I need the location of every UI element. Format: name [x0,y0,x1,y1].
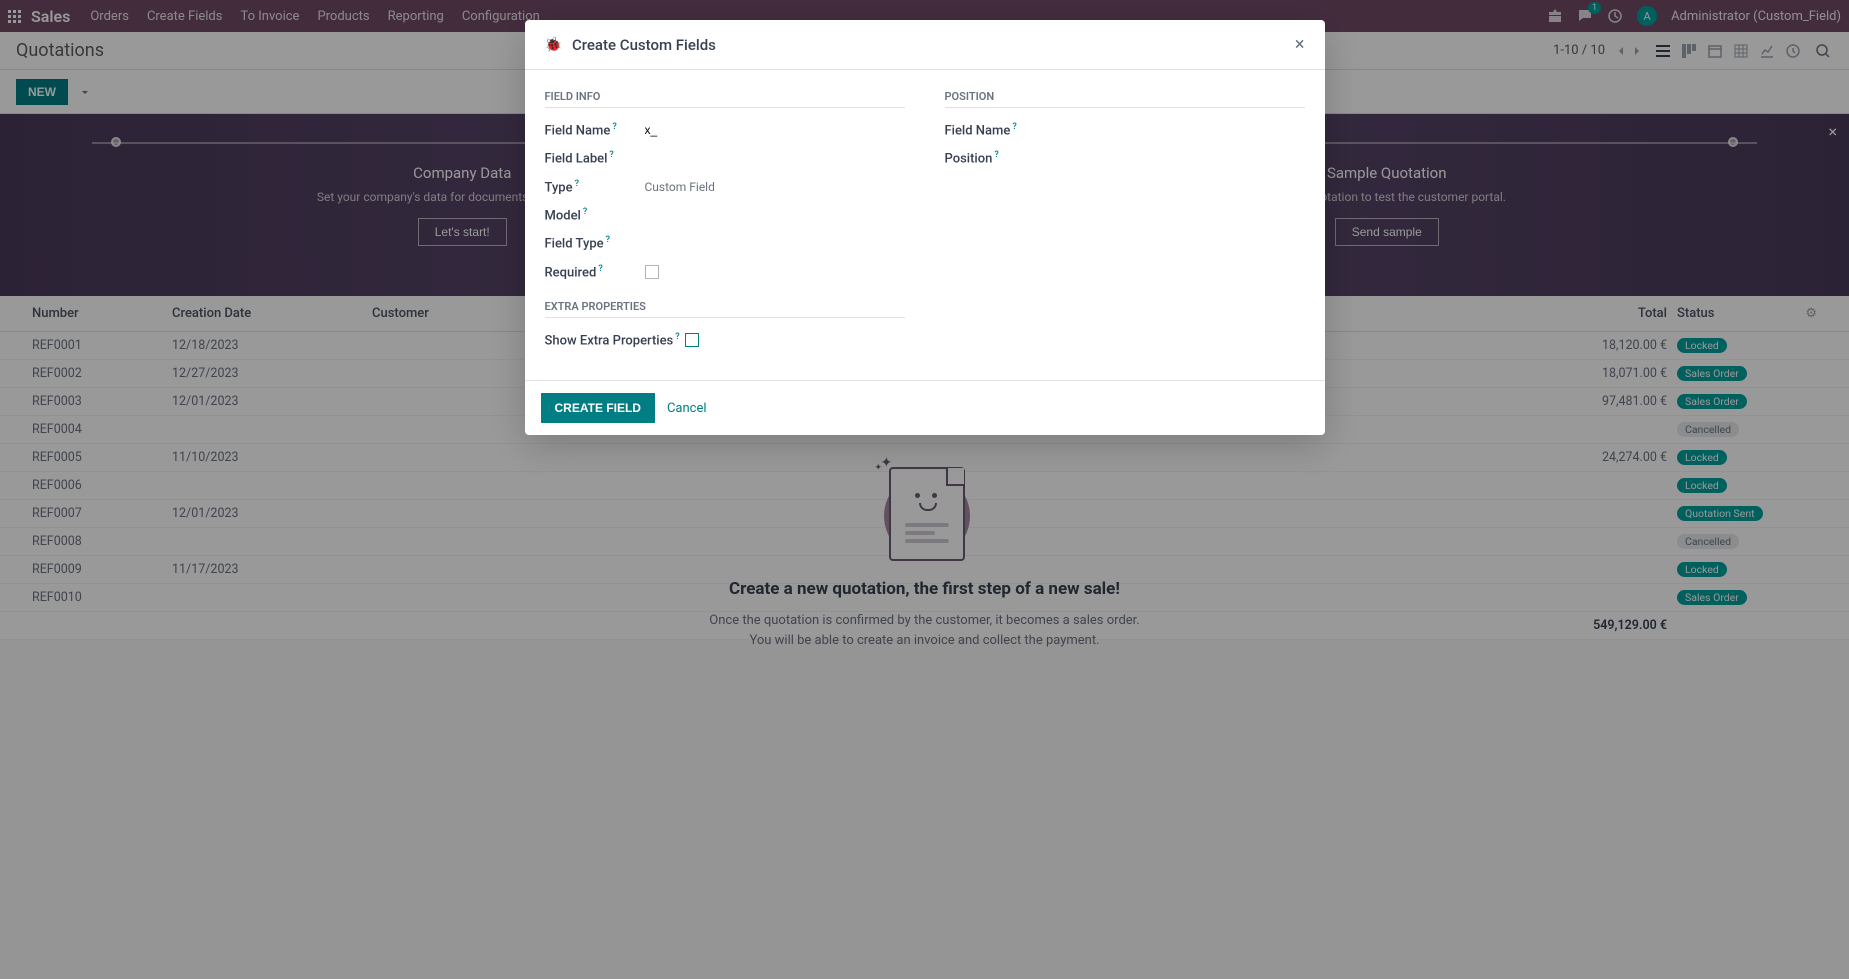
input-pos-field-name[interactable] [1045,123,1305,138]
label-field-label: Field Label [545,152,608,167]
input-field-name[interactable] [645,123,905,138]
help-icon[interactable]: ? [612,122,616,132]
label-pos-field-name: Field Name [945,123,1011,138]
help-icon[interactable]: ? [598,264,602,274]
section-field-info: FIELD INFO [545,90,905,108]
cancel-link[interactable]: Cancel [667,401,707,416]
label-required: Required [545,265,597,280]
help-icon[interactable]: ? [675,332,679,342]
checkbox-show-extra[interactable] [685,333,699,347]
section-position: POSITION [945,90,1305,108]
create-field-button[interactable]: CREATE FIELD [541,393,655,423]
label-position: Position [945,152,993,167]
input-field-type[interactable] [645,236,905,251]
modal-title: Create Custom Fields [572,36,716,54]
modal-close-icon[interactable]: × [1295,34,1305,55]
help-icon[interactable]: ? [1012,122,1016,132]
label-field-type: Field Type [545,237,604,252]
help-icon[interactable]: ? [583,207,587,217]
help-icon[interactable]: ? [575,179,579,189]
bug-icon: 🐞 [545,37,562,53]
label-type: Type [545,180,573,195]
section-extra: EXTRA PROPERTIES [545,300,905,318]
help-icon[interactable]: ? [606,235,610,245]
help-icon[interactable]: ? [609,150,613,160]
label-field-name: Field Name [545,123,611,138]
help-icon[interactable]: ? [994,150,998,160]
input-field-label[interactable] [645,151,905,166]
create-custom-fields-modal: 🐞 Create Custom Fields × FIELD INFO Fiel… [525,20,1325,435]
value-type: Custom Field [645,180,905,194]
label-show-extra: Show Extra Properties [545,333,674,348]
label-model: Model [545,208,581,223]
checkbox-required[interactable] [645,265,659,279]
input-position[interactable] [1045,151,1305,166]
input-model[interactable] [645,208,905,223]
